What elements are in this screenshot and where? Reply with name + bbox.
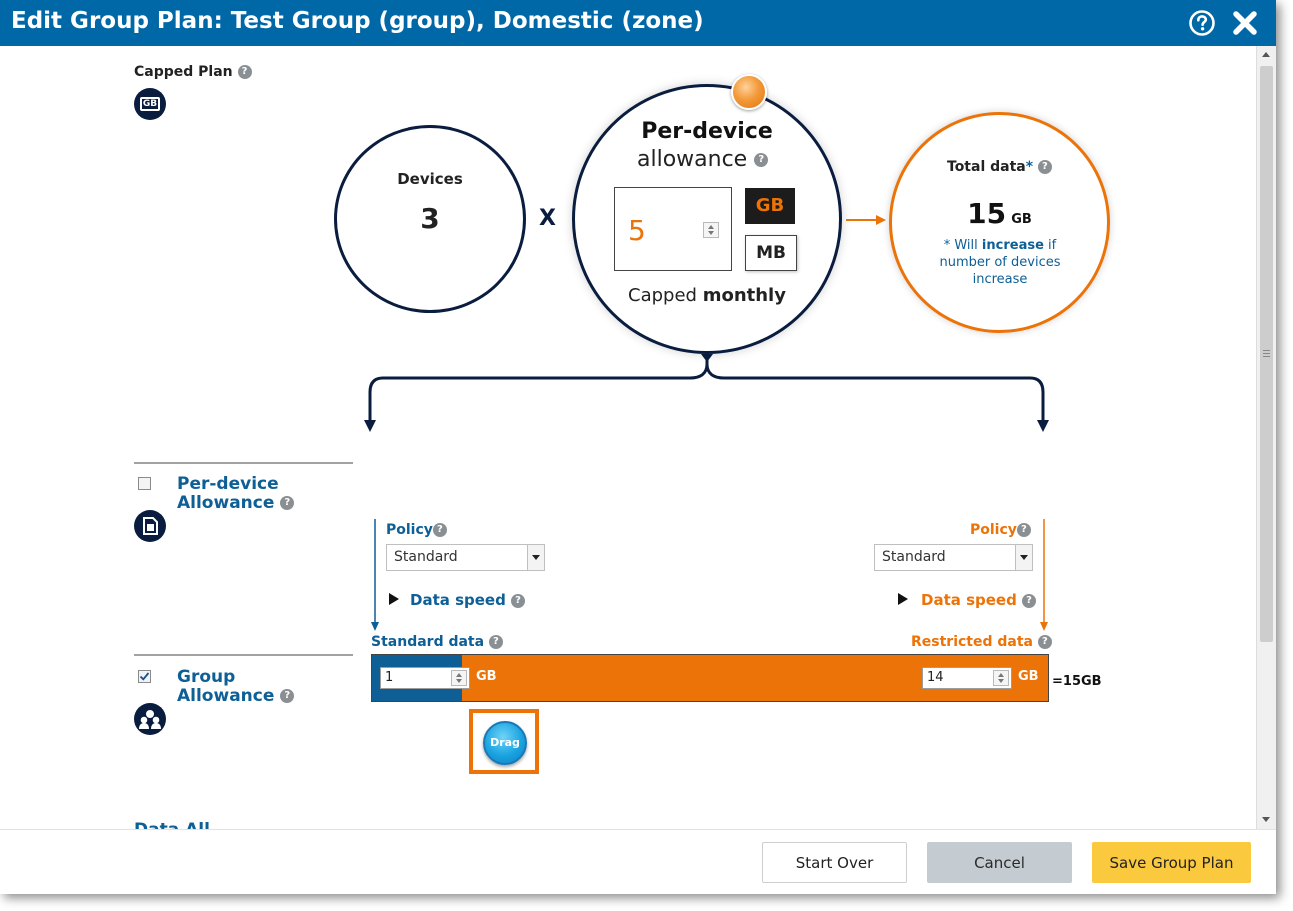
standard-speed-expand-icon[interactable] [389, 593, 399, 605]
dialog-footer: Start Over Cancel Save Group Plan [0, 829, 1276, 894]
total-data-note: * Will increase if number of devices inc… [930, 237, 1070, 288]
edit-group-plan-dialog: Edit Group Plan: Test Group (group), Dom… [0, 0, 1276, 894]
total-help-icon[interactable]: ? [1037, 160, 1052, 174]
restricted-speed-label: Data speed [921, 591, 1017, 609]
restricted-speed-help-icon[interactable]: ? [1022, 593, 1037, 608]
standard-speed-label: Data speed [410, 591, 506, 609]
restricted-amount-value: 14 [927, 670, 944, 685]
bar-total-label: =15GB [1052, 674, 1102, 689]
restricted-policy-value: Standard [882, 549, 946, 565]
total-data-value-row: 15 GB [892, 197, 1107, 230]
dialog-content: Capped Plan ? GB Devices 3 X Per-device … [0, 46, 1256, 829]
data-allowance-section-title: Data All [134, 820, 210, 829]
dialog-title: Edit Group Plan: Test Group (group), Dom… [11, 8, 704, 34]
standard-policy-label: Policy [386, 522, 433, 538]
restricted-policy-help-icon[interactable]: ? [1016, 523, 1031, 537]
standard-amount-input[interactable]: 1 [380, 667, 470, 689]
title-bar: Edit Group Plan: Test Group (group), Dom… [0, 0, 1276, 46]
group-line1: Group [177, 667, 236, 687]
restricted-policy-select[interactable]: Standard [874, 544, 1033, 571]
scrollbar-thumb[interactable] [1260, 66, 1273, 642]
per-device-allowance-title: Per-device Allowance ? [177, 474, 295, 513]
standard-speed-help-icon[interactable]: ? [511, 593, 526, 608]
drag-handle[interactable]: Drag [483, 721, 527, 765]
sim-card-badge [134, 510, 166, 542]
per-device-allowance-checkbox[interactable] [138, 477, 151, 490]
group-allowance-title: Group Allowance ? [177, 667, 295, 706]
restricted-policy-heading: Policy? [970, 522, 1031, 538]
chevron-down-icon[interactable] [527, 545, 544, 570]
sim-card-icon [143, 517, 158, 535]
scroll-down-icon[interactable] [1262, 817, 1270, 822]
standard-amount-unit: GB [476, 669, 497, 684]
group-allowance-checkbox[interactable] [138, 670, 151, 683]
restricted-speed-toggle[interactable]: Data speed ? [921, 591, 1037, 609]
restricted-amount-spinner[interactable] [993, 670, 1009, 686]
standard-data-label: Standard data [371, 634, 485, 650]
standard-amount-spinner[interactable] [451, 670, 467, 686]
restricted-amount-input[interactable]: 14 [922, 667, 1012, 689]
note-bold: increase [981, 238, 1044, 253]
scroll-up-icon[interactable] [1262, 52, 1270, 57]
group-icon [139, 710, 161, 729]
restricted-policy-label: Policy [970, 522, 1017, 538]
restricted-data-heading: Restricted data ? [911, 634, 1052, 650]
per-device-allowance-help-icon[interactable]: ? [280, 496, 295, 510]
per-device-line1: Per-device [177, 474, 279, 494]
standard-policy-select[interactable]: Standard [386, 544, 545, 571]
standard-speed-toggle[interactable]: Data speed ? [410, 591, 526, 609]
standard-policy-value: Standard [394, 549, 458, 565]
group-badge [134, 703, 166, 735]
start-over-button[interactable]: Start Over [762, 842, 907, 883]
allocation-bar[interactable]: 1 GB 14 GB [371, 654, 1049, 702]
close-icon[interactable] [1231, 9, 1259, 37]
standard-amount-value: 1 [385, 670, 394, 685]
total-data-heading: Total data* ? [947, 159, 1052, 175]
standard-policy-help-icon[interactable]: ? [432, 523, 447, 537]
group-line2: Allowance [177, 686, 275, 706]
per-device-line2: Allowance [177, 493, 275, 513]
restricted-data-label: Restricted data [911, 634, 1033, 650]
help-icon[interactable] [1188, 9, 1216, 37]
total-data-unit: GB [1011, 212, 1032, 227]
save-group-plan-button[interactable]: Save Group Plan [1092, 842, 1251, 883]
check-icon [139, 672, 150, 681]
standard-policy-heading: Policy? [386, 522, 447, 538]
drag-handle-highlight: Drag [469, 709, 539, 774]
restricted-data-help-icon[interactable]: ? [1037, 635, 1052, 649]
standard-data-heading: Standard data ? [371, 634, 503, 650]
total-data-value: 15 [967, 197, 1007, 230]
cancel-button[interactable]: Cancel [927, 842, 1072, 883]
restricted-amount-unit: GB [1018, 669, 1039, 684]
vertical-scrollbar[interactable] [1256, 46, 1276, 829]
total-data-label: Total data [947, 159, 1026, 175]
total-data-circle: Total data* ? 15 GB * Will increase if n… [889, 112, 1110, 333]
group-allowance-help-icon[interactable]: ? [280, 689, 295, 703]
chevron-down-icon[interactable] [1015, 545, 1032, 570]
standard-data-help-icon[interactable]: ? [488, 635, 503, 649]
total-asterisk: * [1025, 159, 1034, 175]
restricted-speed-expand-icon[interactable] [898, 593, 908, 605]
note-prefix: * Will [943, 238, 978, 253]
